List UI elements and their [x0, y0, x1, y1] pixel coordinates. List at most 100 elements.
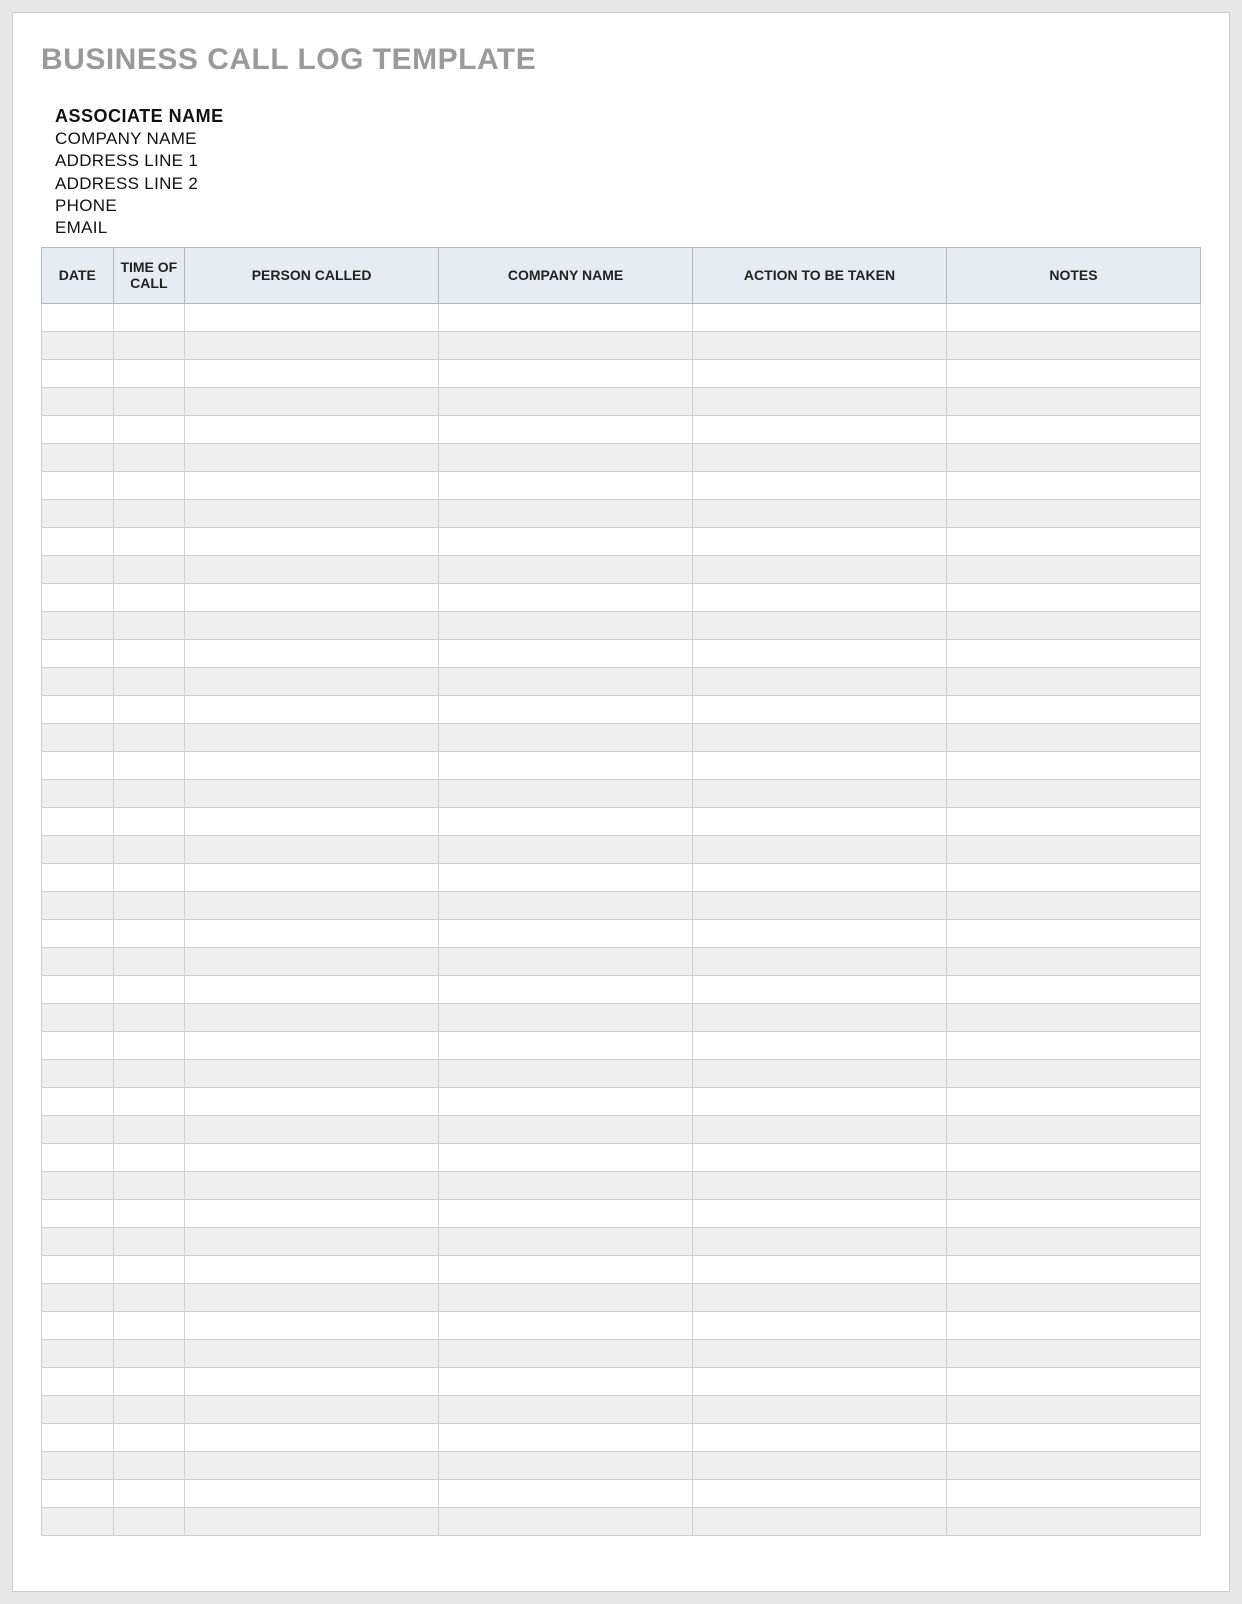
- cell-person[interactable]: [185, 1283, 439, 1311]
- cell-notes[interactable]: [946, 1059, 1200, 1087]
- cell-action[interactable]: [693, 1171, 947, 1199]
- cell-time[interactable]: [113, 751, 185, 779]
- cell-action[interactable]: [693, 1507, 947, 1535]
- cell-notes[interactable]: [946, 891, 1200, 919]
- cell-company[interactable]: [439, 499, 693, 527]
- cell-date[interactable]: [42, 1031, 114, 1059]
- cell-time[interactable]: [113, 1227, 185, 1255]
- cell-person[interactable]: [185, 891, 439, 919]
- cell-company[interactable]: [439, 1367, 693, 1395]
- cell-person[interactable]: [185, 779, 439, 807]
- cell-company[interactable]: [439, 359, 693, 387]
- cell-company[interactable]: [439, 1087, 693, 1115]
- cell-notes[interactable]: [946, 499, 1200, 527]
- cell-action[interactable]: [693, 331, 947, 359]
- cell-notes[interactable]: [946, 583, 1200, 611]
- cell-company[interactable]: [439, 919, 693, 947]
- cell-date[interactable]: [42, 695, 114, 723]
- cell-time[interactable]: [113, 331, 185, 359]
- cell-company[interactable]: [439, 835, 693, 863]
- cell-person[interactable]: [185, 639, 439, 667]
- cell-date[interactable]: [42, 807, 114, 835]
- cell-time[interactable]: [113, 1507, 185, 1535]
- cell-date[interactable]: [42, 1423, 114, 1451]
- cell-time[interactable]: [113, 975, 185, 1003]
- cell-company[interactable]: [439, 415, 693, 443]
- cell-person[interactable]: [185, 1451, 439, 1479]
- cell-notes[interactable]: [946, 835, 1200, 863]
- cell-time[interactable]: [113, 611, 185, 639]
- cell-action[interactable]: [693, 919, 947, 947]
- cell-person[interactable]: [185, 1171, 439, 1199]
- cell-person[interactable]: [185, 527, 439, 555]
- cell-time[interactable]: [113, 947, 185, 975]
- cell-notes[interactable]: [946, 779, 1200, 807]
- cell-time[interactable]: [113, 919, 185, 947]
- cell-action[interactable]: [693, 527, 947, 555]
- cell-person[interactable]: [185, 1339, 439, 1367]
- cell-date[interactable]: [42, 1367, 114, 1395]
- cell-company[interactable]: [439, 1451, 693, 1479]
- cell-person[interactable]: [185, 1311, 439, 1339]
- cell-person[interactable]: [185, 947, 439, 975]
- cell-notes[interactable]: [946, 667, 1200, 695]
- cell-notes[interactable]: [946, 919, 1200, 947]
- cell-date[interactable]: [42, 303, 114, 331]
- cell-company[interactable]: [439, 1115, 693, 1143]
- cell-company[interactable]: [439, 863, 693, 891]
- cell-action[interactable]: [693, 415, 947, 443]
- cell-time[interactable]: [113, 471, 185, 499]
- cell-action[interactable]: [693, 1115, 947, 1143]
- cell-date[interactable]: [42, 863, 114, 891]
- cell-person[interactable]: [185, 751, 439, 779]
- cell-notes[interactable]: [946, 359, 1200, 387]
- cell-time[interactable]: [113, 1311, 185, 1339]
- cell-person[interactable]: [185, 415, 439, 443]
- cell-company[interactable]: [439, 779, 693, 807]
- cell-action[interactable]: [693, 695, 947, 723]
- cell-action[interactable]: [693, 1003, 947, 1031]
- cell-date[interactable]: [42, 1479, 114, 1507]
- cell-company[interactable]: [439, 1339, 693, 1367]
- cell-company[interactable]: [439, 807, 693, 835]
- cell-date[interactable]: [42, 555, 114, 583]
- cell-person[interactable]: [185, 863, 439, 891]
- cell-date[interactable]: [42, 919, 114, 947]
- cell-person[interactable]: [185, 471, 439, 499]
- cell-company[interactable]: [439, 1283, 693, 1311]
- cell-date[interactable]: [42, 1199, 114, 1227]
- cell-person[interactable]: [185, 1143, 439, 1171]
- cell-person[interactable]: [185, 499, 439, 527]
- cell-action[interactable]: [693, 387, 947, 415]
- cell-action[interactable]: [693, 443, 947, 471]
- cell-notes[interactable]: [946, 695, 1200, 723]
- cell-action[interactable]: [693, 1395, 947, 1423]
- cell-time[interactable]: [113, 359, 185, 387]
- cell-time[interactable]: [113, 1283, 185, 1311]
- cell-person[interactable]: [185, 611, 439, 639]
- cell-person[interactable]: [185, 919, 439, 947]
- cell-time[interactable]: [113, 303, 185, 331]
- cell-date[interactable]: [42, 835, 114, 863]
- cell-notes[interactable]: [946, 1199, 1200, 1227]
- cell-date[interactable]: [42, 583, 114, 611]
- cell-action[interactable]: [693, 807, 947, 835]
- cell-company[interactable]: [439, 723, 693, 751]
- cell-person[interactable]: [185, 807, 439, 835]
- cell-date[interactable]: [42, 471, 114, 499]
- cell-date[interactable]: [42, 1143, 114, 1171]
- cell-action[interactable]: [693, 1255, 947, 1283]
- cell-company[interactable]: [439, 975, 693, 1003]
- cell-notes[interactable]: [946, 639, 1200, 667]
- cell-company[interactable]: [439, 891, 693, 919]
- cell-notes[interactable]: [946, 415, 1200, 443]
- cell-notes[interactable]: [946, 303, 1200, 331]
- cell-notes[interactable]: [946, 387, 1200, 415]
- cell-time[interactable]: [113, 1031, 185, 1059]
- cell-person[interactable]: [185, 555, 439, 583]
- cell-date[interactable]: [42, 1255, 114, 1283]
- cell-action[interactable]: [693, 863, 947, 891]
- cell-time[interactable]: [113, 1115, 185, 1143]
- cell-action[interactable]: [693, 1031, 947, 1059]
- cell-time[interactable]: [113, 1367, 185, 1395]
